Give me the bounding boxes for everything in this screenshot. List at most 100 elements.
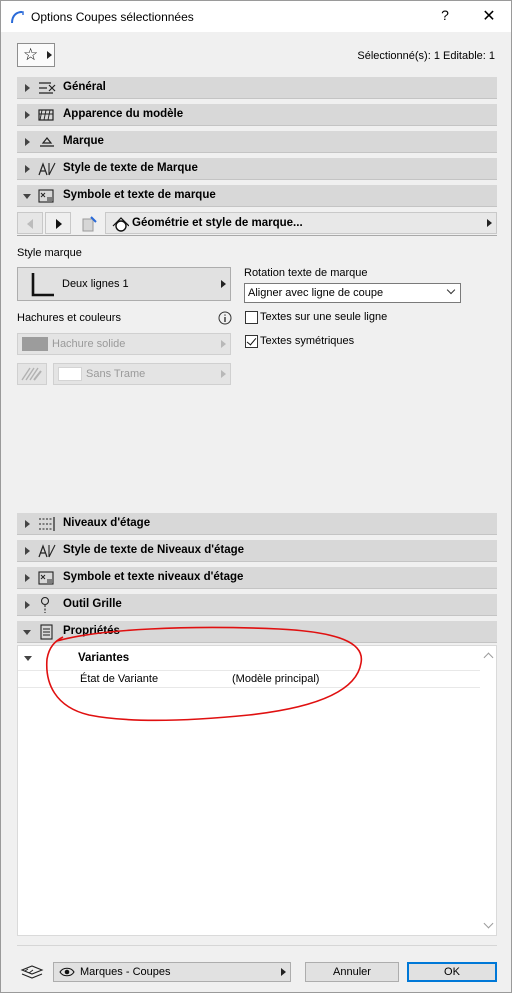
subpage-navigation: Géométrie et style de marque... (17, 212, 497, 236)
marker-style-button[interactable]: Deux lignes 1 (17, 267, 231, 301)
page-list-icon[interactable] (79, 215, 99, 233)
fill-type-value: Hachure solide (52, 338, 126, 350)
solid-fill-swatch (22, 337, 48, 351)
geometry-marker-icon (112, 217, 129, 232)
panel-label: Symbole et texte niveaux d'étage (63, 571, 244, 583)
marker-icon (40, 137, 54, 147)
story-levels-icon (39, 517, 55, 531)
expand-arrow-icon (25, 84, 30, 92)
hatch-pen-icon (21, 367, 42, 381)
panel-label: Propriétés (63, 625, 120, 637)
chevron-down-icon (446, 285, 456, 295)
property-name: État de Variante (80, 673, 159, 685)
panel-marker[interactable]: Marque (17, 131, 497, 153)
grid-tool-icon (40, 596, 50, 613)
panel-label: Style de texte de Marque (63, 162, 198, 174)
app-logo-icon (11, 11, 24, 24)
scroll-up-icon[interactable] (483, 652, 494, 663)
symmetric-texts-checkbox[interactable] (245, 335, 258, 348)
background-pattern-button[interactable]: Sans Trame (53, 363, 231, 385)
subpage-label: Géométrie et style de marque... (132, 217, 303, 229)
arrow-right-icon (56, 219, 62, 229)
panel-marker-text-style[interactable]: Style de texte de Marque (17, 158, 497, 180)
expand-arrow-icon (25, 547, 30, 555)
symbol-text-icon (38, 571, 54, 585)
pen-color-button[interactable] (17, 363, 47, 385)
selection-info: Sélectionné(s): 1 Editable: 1 (357, 50, 495, 62)
panel-symbol-text[interactable]: Symbole et texte de marque (17, 185, 497, 207)
expand-arrow-icon (25, 138, 30, 146)
panel-story-text-style[interactable]: Style de texte de Niveaux d'étage (17, 540, 497, 562)
help-button[interactable]: ? (435, 7, 455, 27)
eye-icon (59, 967, 75, 977)
title-bar: Options Coupes sélectionnées ? ✕ (1, 1, 511, 32)
marker-style-label: Style marque (17, 247, 82, 259)
chevron-right-icon (281, 968, 286, 976)
options-dialog: Options Coupes sélectionnées ? ✕ ☆ Sélec… (0, 0, 512, 993)
panel-label: Style de texte de Niveaux d'étage (63, 544, 245, 556)
symmetric-texts-label: Textes symétriques (260, 335, 355, 347)
expand-arrow-icon (25, 574, 30, 582)
model-appearance-icon (38, 109, 54, 121)
general-settings-icon (39, 82, 56, 94)
scroll-down-icon[interactable] (483, 918, 494, 929)
rotation-select[interactable]: Aligner avec ligne de coupe (244, 283, 461, 303)
panel-label: Symbole et texte de marque (63, 189, 216, 201)
star-icon: ☆ (23, 45, 39, 64)
panel-model-appearance[interactable]: Apparence du modèle (17, 104, 497, 126)
collapse-arrow-icon (23, 194, 31, 199)
panel-story-symbol-text[interactable]: Symbole et texte niveaux d'étage (17, 567, 497, 589)
rotation-label: Rotation texte de marque (244, 267, 368, 279)
chevron-right-icon (487, 219, 492, 227)
text-style-icon (38, 162, 56, 176)
layers-icon[interactable] (19, 962, 45, 980)
marker-style-preview-icon (31, 273, 54, 297)
panel-label: Outil Grille (63, 598, 122, 610)
rotation-value: Aligner avec ligne de coupe (248, 287, 384, 299)
chevron-right-icon (221, 370, 226, 378)
panel-general[interactable]: Général (17, 77, 497, 99)
chevron-right-icon (221, 280, 226, 288)
property-row[interactable]: État de Variante (Modèle principal) (18, 670, 480, 688)
empty-pattern-swatch (58, 367, 82, 381)
single-line-checkbox[interactable] (245, 311, 258, 324)
info-icon[interactable] (218, 311, 232, 325)
fill-type-button[interactable]: Hachure solide (17, 333, 231, 355)
subpage-selector[interactable]: Géométrie et style de marque... (105, 212, 497, 234)
next-page-button[interactable] (45, 212, 71, 234)
favorites-button[interactable]: ☆ (17, 43, 55, 67)
close-button[interactable]: ✕ (479, 6, 499, 26)
symbol-text-icon (38, 189, 54, 203)
panel-story-levels[interactable]: Niveaux d'étage (17, 513, 497, 535)
footer-divider (17, 945, 497, 946)
expand-arrow-icon (25, 601, 30, 609)
property-group-label: Variantes (78, 652, 130, 664)
panel-label: Général (63, 81, 106, 93)
panel-properties[interactable]: Propriétés (17, 621, 497, 643)
property-value: (Modèle principal) (232, 673, 320, 685)
panel-grid-tool[interactable]: Outil Grille (17, 594, 497, 616)
panel-label: Marque (63, 135, 104, 147)
single-line-label: Textes sur une seule ligne (260, 311, 388, 323)
ok-button[interactable]: OK (407, 962, 497, 982)
property-group-variantes[interactable]: Variantes (18, 650, 480, 668)
marker-style-value: Deux lignes 1 (62, 278, 129, 290)
cancel-button[interactable]: Annuler (305, 962, 399, 982)
arrow-left-icon (27, 219, 33, 229)
chevron-right-icon (221, 340, 226, 348)
properties-icon (40, 624, 53, 640)
previous-page-button[interactable] (17, 212, 43, 234)
hatch-colors-label: Hachures et couleurs (17, 312, 121, 324)
window-title: Options Coupes sélectionnées (31, 10, 194, 24)
panel-label: Niveaux d'étage (63, 517, 151, 529)
expand-arrow-icon (25, 520, 30, 528)
layer-view-value: Marques - Coupes (80, 966, 171, 978)
expand-arrow-icon (25, 111, 30, 119)
expand-arrow-icon (25, 165, 30, 173)
chevron-right-icon (47, 51, 52, 59)
text-style-icon (38, 544, 56, 558)
layer-view-selector[interactable]: Marques - Coupes (53, 962, 291, 982)
pattern-value: Sans Trame (86, 368, 146, 380)
collapse-arrow-icon (24, 656, 32, 661)
properties-list: Variantes État de Variante (Modèle princ… (17, 645, 497, 936)
